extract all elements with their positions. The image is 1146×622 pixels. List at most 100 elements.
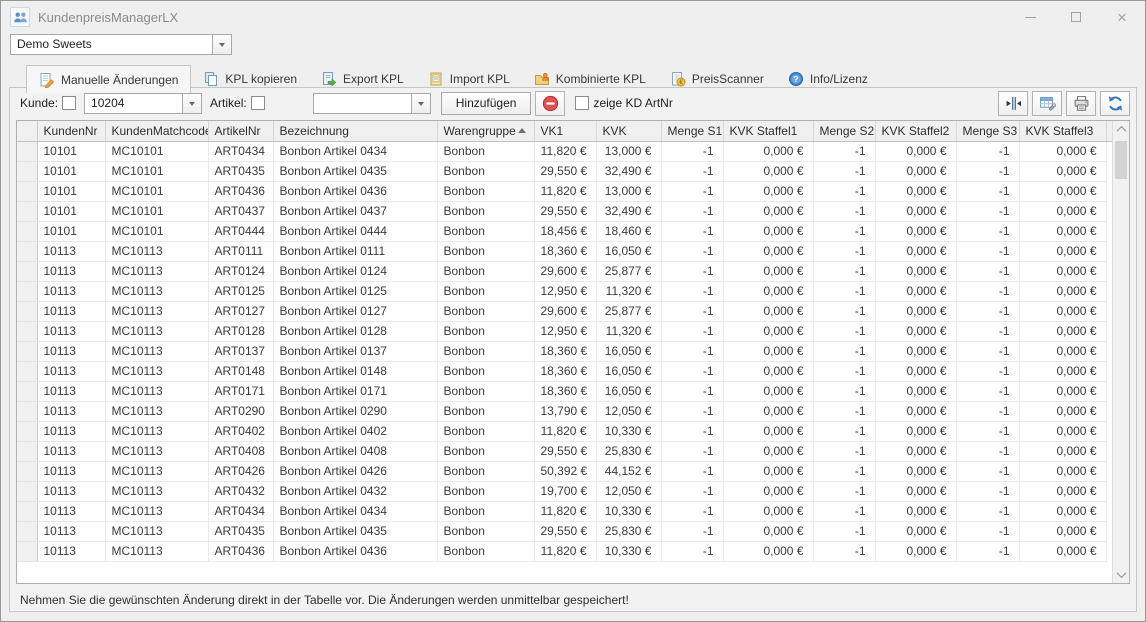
grid-cell-kvk-staffel3[interactable]: 0,000 € bbox=[1019, 141, 1106, 161]
grid-cell-kvk-staffel1[interactable]: 0,000 € bbox=[723, 281, 813, 301]
grid-cell-kundennr[interactable]: 10101 bbox=[37, 141, 105, 161]
grid-cell-kundennr[interactable]: 10101 bbox=[37, 161, 105, 181]
grid-cell-menge-s1[interactable]: -1 bbox=[661, 221, 723, 241]
grid-cell-menge-s2[interactable]: -1 bbox=[813, 441, 875, 461]
grid-cell-kvk-staffel1[interactable]: 0,000 € bbox=[723, 381, 813, 401]
grid-cell-menge-s3[interactable]: -1 bbox=[956, 461, 1019, 481]
grid-cell-vk1[interactable]: 11,820 € bbox=[534, 501, 596, 521]
column-header-warengruppe[interactable]: Warengruppe bbox=[437, 121, 534, 141]
grid-cell-menge-s1[interactable]: -1 bbox=[661, 441, 723, 461]
table-row[interactable]: 10101MC10101ART0434Bonbon Artikel 0434Bo… bbox=[17, 141, 1112, 161]
grid-cell-kundennr[interactable]: 10113 bbox=[37, 501, 105, 521]
grid-cell-menge-s3[interactable]: -1 bbox=[956, 141, 1019, 161]
grid-cell-menge-s3[interactable]: -1 bbox=[956, 201, 1019, 221]
grid-cell-kvk[interactable]: 16,050 € bbox=[596, 381, 661, 401]
grid-cell-kvk[interactable]: 25,830 € bbox=[596, 441, 661, 461]
grid-cell-kvk-staffel2[interactable]: 0,000 € bbox=[875, 221, 956, 241]
grid-cell-kundennr[interactable]: 10101 bbox=[37, 181, 105, 201]
grid-cell-kvk-staffel3[interactable]: 0,000 € bbox=[1019, 341, 1106, 361]
grid-cell-kvk[interactable]: 13,000 € bbox=[596, 141, 661, 161]
refresh-button[interactable] bbox=[1100, 91, 1130, 116]
grid-cell-vk1[interactable]: 18,360 € bbox=[534, 341, 596, 361]
grid-cell-menge-s2[interactable]: -1 bbox=[813, 161, 875, 181]
grid-cell-kvk-staffel2[interactable]: 0,000 € bbox=[875, 421, 956, 441]
grid-cell-vk1[interactable]: 19,700 € bbox=[534, 481, 596, 501]
grid-cell-kvk[interactable]: 11,320 € bbox=[596, 321, 661, 341]
grid-cell-kvk-staffel1[interactable]: 0,000 € bbox=[723, 341, 813, 361]
grid-cell-kundenmatchcode[interactable]: MC10113 bbox=[105, 441, 208, 461]
table-row[interactable]: 10113MC10113ART0127Bonbon Artikel 0127Bo… bbox=[17, 301, 1112, 321]
table-row[interactable]: 10113MC10113ART0111Bonbon Artikel 0111Bo… bbox=[17, 241, 1112, 261]
grid-cell-menge-s1[interactable]: -1 bbox=[661, 361, 723, 381]
zeige-kd-artnr-checkbox[interactable] bbox=[575, 96, 589, 110]
column-header-menge-s1[interactable]: Menge S1 bbox=[661, 121, 723, 141]
grid-cell-menge-s2[interactable]: -1 bbox=[813, 201, 875, 221]
row-indicator[interactable] bbox=[17, 281, 37, 301]
grid-cell-warengruppe[interactable]: Bonbon bbox=[437, 241, 534, 261]
grid-cell-kvk-staffel3[interactable]: 0,000 € bbox=[1019, 521, 1106, 541]
grid-cell-kvk-staffel2[interactable]: 0,000 € bbox=[875, 521, 956, 541]
grid-cell-kundennr[interactable]: 10113 bbox=[37, 441, 105, 461]
grid-cell-kundenmatchcode[interactable]: MC10113 bbox=[105, 481, 208, 501]
column-header-kvk-staffel2[interactable]: KVK Staffel2 bbox=[875, 121, 956, 141]
grid-cell-kvk-staffel1[interactable]: 0,000 € bbox=[723, 521, 813, 541]
grid-cell-kvk[interactable]: 32,490 € bbox=[596, 201, 661, 221]
grid-cell-menge-s1[interactable]: -1 bbox=[661, 481, 723, 501]
grid-cell-bezeichnung[interactable]: Bonbon Artikel 0435 bbox=[273, 161, 437, 181]
grid-cell-kvk[interactable]: 32,490 € bbox=[596, 161, 661, 181]
grid-cell-menge-s3[interactable]: -1 bbox=[956, 301, 1019, 321]
grid-cell-artikelnr[interactable]: ART0437 bbox=[208, 201, 273, 221]
table-row[interactable]: 10113MC10113ART0436Bonbon Artikel 0436Bo… bbox=[17, 541, 1112, 561]
grid-cell-kvk-staffel1[interactable]: 0,000 € bbox=[723, 301, 813, 321]
grid-cell-artikelnr[interactable]: ART0426 bbox=[208, 461, 273, 481]
grid-cell-vk1[interactable]: 18,360 € bbox=[534, 241, 596, 261]
grid-cell-menge-s1[interactable]: -1 bbox=[661, 401, 723, 421]
grid-cell-vk1[interactable]: 18,456 € bbox=[534, 221, 596, 241]
grid-cell-kvk-staffel2[interactable]: 0,000 € bbox=[875, 201, 956, 221]
grid-cell-kvk-staffel1[interactable]: 0,000 € bbox=[723, 421, 813, 441]
grid-cell-menge-s1[interactable]: -1 bbox=[661, 321, 723, 341]
grid-cell-kvk-staffel3[interactable]: 0,000 € bbox=[1019, 481, 1106, 501]
grid-cell-menge-s3[interactable]: -1 bbox=[956, 401, 1019, 421]
grid-cell-menge-s1[interactable]: -1 bbox=[661, 301, 723, 321]
row-indicator[interactable] bbox=[17, 141, 37, 161]
table-row[interactable]: 10113MC10113ART0426Bonbon Artikel 0426Bo… bbox=[17, 461, 1112, 481]
grid-cell-kundennr[interactable]: 10113 bbox=[37, 341, 105, 361]
row-indicator[interactable] bbox=[17, 201, 37, 221]
grid-cell-kvk-staffel2[interactable]: 0,000 € bbox=[875, 361, 956, 381]
table-row[interactable]: 10113MC10113ART0171Bonbon Artikel 0171Bo… bbox=[17, 381, 1112, 401]
mandant-select[interactable]: Demo Sweets bbox=[10, 34, 232, 55]
grid-cell-menge-s3[interactable]: -1 bbox=[956, 541, 1019, 561]
table-row[interactable]: 10113MC10113ART0148Bonbon Artikel 0148Bo… bbox=[17, 361, 1112, 381]
tab-info-lizenz[interactable]: ? Info/Lizenz bbox=[776, 66, 880, 92]
row-indicator[interactable] bbox=[17, 341, 37, 361]
grid-cell-artikelnr[interactable]: ART0444 bbox=[208, 221, 273, 241]
grid-cell-kvk[interactable]: 11,320 € bbox=[596, 281, 661, 301]
grid-cell-artikelnr[interactable]: ART0290 bbox=[208, 401, 273, 421]
grid-cell-kundennr[interactable]: 10113 bbox=[37, 321, 105, 341]
grid-cell-bezeichnung[interactable]: Bonbon Artikel 0435 bbox=[273, 521, 437, 541]
grid-cell-artikelnr[interactable]: ART0137 bbox=[208, 341, 273, 361]
minimize-button[interactable] bbox=[1007, 1, 1053, 33]
grid-cell-kvk-staffel3[interactable]: 0,000 € bbox=[1019, 161, 1106, 181]
grid-cell-warengruppe[interactable]: Bonbon bbox=[437, 141, 534, 161]
grid-cell-menge-s2[interactable]: -1 bbox=[813, 341, 875, 361]
grid-cell-kvk-staffel1[interactable]: 0,000 € bbox=[723, 181, 813, 201]
table-row[interactable]: 10113MC10113ART0125Bonbon Artikel 0125Bo… bbox=[17, 281, 1112, 301]
grid-cell-artikelnr[interactable]: ART0171 bbox=[208, 381, 273, 401]
grid-cell-menge-s3[interactable]: -1 bbox=[956, 261, 1019, 281]
grid-cell-kvk-staffel2[interactable]: 0,000 € bbox=[875, 541, 956, 561]
grid-cell-kundennr[interactable]: 10113 bbox=[37, 261, 105, 281]
grid-cell-menge-s1[interactable]: -1 bbox=[661, 201, 723, 221]
grid-cell-kundennr[interactable]: 10113 bbox=[37, 401, 105, 421]
grid-cell-menge-s1[interactable]: -1 bbox=[661, 161, 723, 181]
grid-cell-kvk-staffel2[interactable]: 0,000 € bbox=[875, 401, 956, 421]
grid-cell-kundenmatchcode[interactable]: MC10113 bbox=[105, 321, 208, 341]
grid-cell-vk1[interactable]: 11,820 € bbox=[534, 141, 596, 161]
table-row[interactable]: 10113MC10113ART0432Bonbon Artikel 0432Bo… bbox=[17, 481, 1112, 501]
grid-cell-kundenmatchcode[interactable]: MC10113 bbox=[105, 261, 208, 281]
grid-cell-kvk-staffel3[interactable]: 0,000 € bbox=[1019, 421, 1106, 441]
grid-cell-kvk-staffel2[interactable]: 0,000 € bbox=[875, 441, 956, 461]
grid-cell-warengruppe[interactable]: Bonbon bbox=[437, 181, 534, 201]
grid-cell-kvk[interactable]: 44,152 € bbox=[596, 461, 661, 481]
